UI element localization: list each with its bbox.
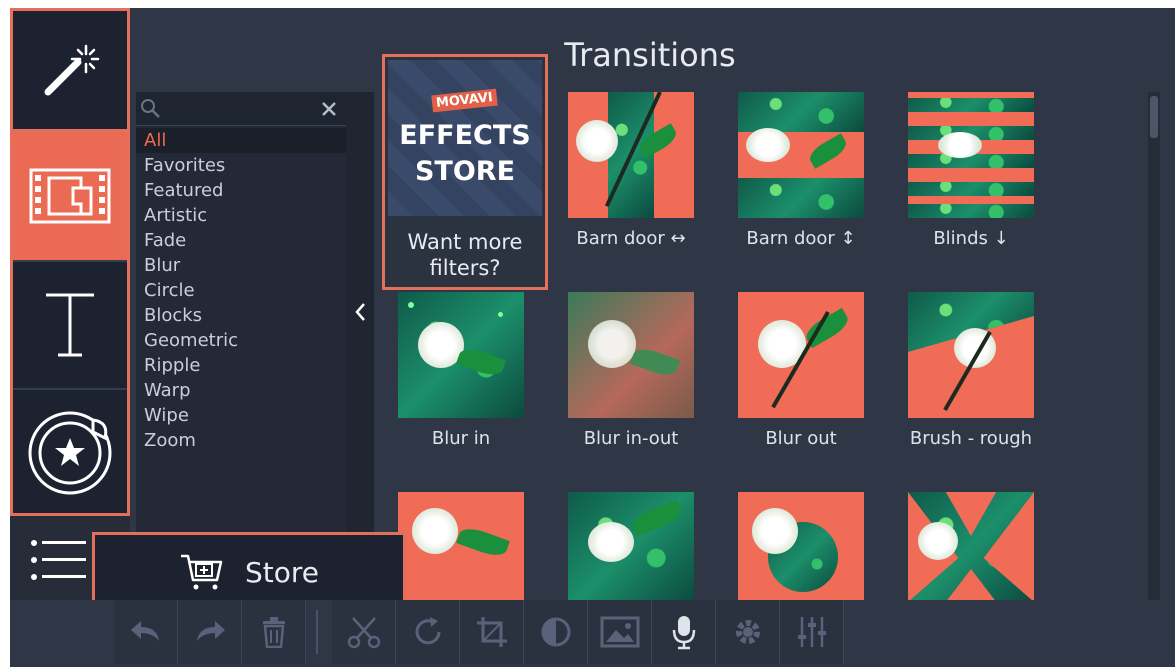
category-item[interactable]: Warp: [136, 378, 346, 403]
scrollbar-thumb[interactable]: [1150, 96, 1158, 138]
category-item[interactable]: Zoom: [136, 428, 346, 453]
menu-button[interactable]: [18, 520, 98, 600]
settings-button[interactable]: [716, 600, 780, 664]
store-title-line2: STORE: [414, 156, 516, 187]
image-icon: [600, 616, 639, 648]
filters-tool[interactable]: [10, 132, 130, 260]
transition-thumbnail: [738, 492, 864, 602]
hamburger-menu-icon: [31, 540, 86, 580]
transition-tile[interactable]: Blur in: [398, 292, 524, 449]
transition-thumbnail: [738, 92, 864, 218]
crop-button[interactable]: [460, 600, 524, 664]
transition-tile[interactable]: [908, 492, 1034, 602]
transition-label: Barn door ↕: [746, 228, 856, 249]
transition-label: Brush - rough: [909, 428, 1033, 449]
transition-thumbnail: [398, 492, 524, 602]
transition-thumbnail: [908, 92, 1034, 218]
transition-tile[interactable]: [568, 492, 694, 602]
content-scrollbar[interactable]: [1148, 92, 1160, 602]
search-input[interactable]: [162, 97, 312, 121]
transition-label: Blur in: [431, 428, 491, 449]
transition-tile[interactable]: Brush - rough: [908, 292, 1034, 449]
rotate-button[interactable]: [396, 600, 460, 664]
record-voice-button[interactable]: [652, 600, 716, 664]
clear-search-icon[interactable]: [314, 94, 344, 124]
chevron-left-icon: [355, 303, 365, 321]
transition-tile[interactable]: Blinds ↓: [908, 92, 1034, 249]
category-item[interactable]: Blocks: [136, 303, 346, 328]
transition-label: Blur out: [765, 428, 837, 449]
crop-icon: [476, 617, 507, 647]
category-item[interactable]: Geometric: [136, 328, 346, 353]
redo-button[interactable]: [178, 600, 242, 664]
transition-thumbnail: [738, 292, 864, 418]
cart-add-icon: [180, 554, 223, 590]
category-item[interactable]: Favorites: [136, 153, 346, 178]
transition-label: Blinds ↓: [933, 228, 1009, 249]
transition-label: Blur in-out: [583, 428, 679, 449]
delete-button[interactable]: [242, 600, 306, 664]
undo-button[interactable]: [114, 600, 178, 664]
color-adjust-button[interactable]: [524, 600, 588, 664]
page-title: Transitions: [564, 36, 736, 74]
sticker-icon: [28, 411, 112, 495]
audio-mixer-button[interactable]: [780, 600, 844, 664]
transition-tile[interactable]: Blur out: [738, 292, 864, 449]
magic-wand-tool[interactable]: [10, 8, 130, 132]
transition-thumbnail: [908, 492, 1034, 602]
bottom-toolbar: [10, 600, 1175, 667]
microphone-icon: [672, 616, 695, 650]
transition-thumbnail: [908, 292, 1034, 418]
transition-tile[interactable]: Barn door ↔: [568, 92, 694, 249]
filmstrip-icon: [29, 168, 111, 224]
transition-thumbnail: [568, 492, 694, 602]
category-panel: All Favorites Featured Artistic Fade Blu…: [136, 92, 346, 532]
category-item[interactable]: Artistic: [136, 203, 346, 228]
store-card-text: Want more filters?: [407, 230, 523, 280]
effects-store-banner: MOVAVI EFFECTS STORE: [388, 60, 542, 216]
transition-thumbnail: [568, 292, 694, 418]
transition-tile[interactable]: [738, 492, 864, 602]
search-icon: [140, 98, 162, 124]
stickers-tool[interactable]: [10, 388, 130, 516]
color-adjust-icon: [541, 617, 570, 647]
undo-icon: [130, 621, 159, 641]
category-item[interactable]: Fade: [136, 228, 346, 253]
titles-tool[interactable]: [10, 260, 130, 388]
store-title-line1: EFFECTS: [399, 120, 531, 151]
transition-thumbnail: [568, 92, 694, 218]
store-button-label: Store: [244, 555, 319, 589]
redo-icon: [196, 621, 225, 641]
category-item[interactable]: Ripple: [136, 353, 346, 378]
equalizer-icon: [797, 617, 826, 647]
store-brand: MOVAVI: [431, 88, 498, 113]
image-button[interactable]: [588, 600, 652, 664]
transition-thumbnail: [398, 292, 524, 418]
search-bar: [136, 92, 346, 126]
cut-icon: [347, 617, 380, 649]
effects-store-card[interactable]: MOVAVI EFFECTS STORE Want more filters?: [382, 54, 548, 290]
transition-tile[interactable]: Barn door ↕: [738, 92, 864, 249]
delete-icon: [262, 617, 285, 648]
category-item[interactable]: All: [136, 128, 346, 153]
magic-wand-icon: [44, 44, 100, 96]
category-item[interactable]: Featured: [136, 178, 346, 203]
settings-icon: [735, 620, 760, 644]
category-list: All Favorites Featured Artistic Fade Blu…: [136, 128, 346, 453]
transition-label: Barn door ↔: [576, 228, 686, 249]
transition-tile[interactable]: [398, 492, 524, 602]
category-item[interactable]: Circle: [136, 278, 346, 303]
toolbar-separator: [316, 610, 318, 654]
rotate-icon: [415, 617, 440, 645]
editor-window: All Favorites Featured Artistic Fade Blu…: [10, 8, 1175, 667]
category-item[interactable]: Blur: [136, 253, 346, 278]
cut-button[interactable]: [332, 600, 396, 664]
transition-tile[interactable]: Blur in-out: [568, 292, 694, 449]
text-icon: [46, 293, 94, 357]
category-item[interactable]: Wipe: [136, 403, 346, 428]
collapse-panel-button[interactable]: [346, 92, 374, 532]
